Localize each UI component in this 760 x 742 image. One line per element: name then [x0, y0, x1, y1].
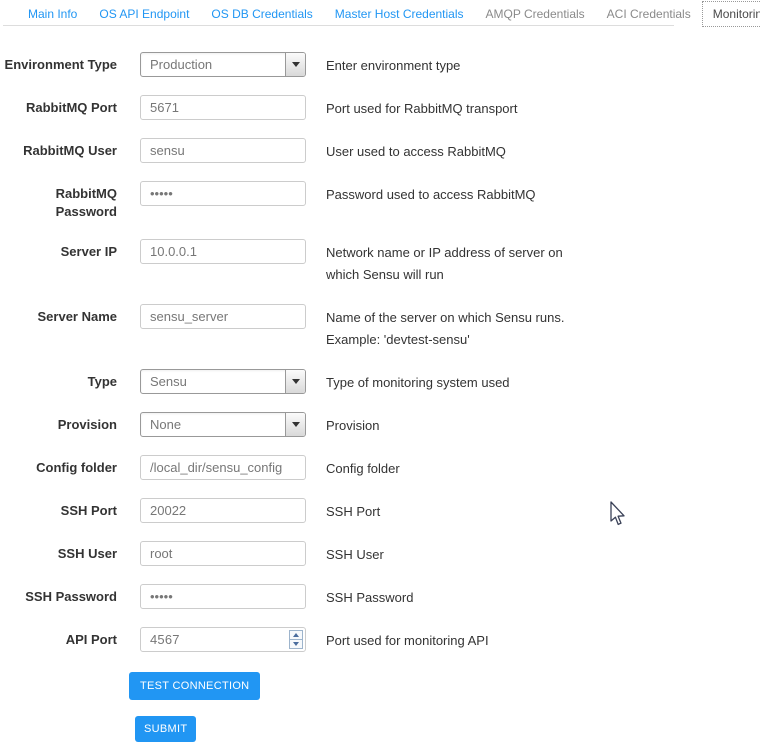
field-label: Provision: [0, 412, 117, 437]
form-row-api-port: API Port Port used for monitoring API: [0, 627, 760, 652]
field-help-text: SSH Port: [326, 498, 576, 523]
spinner-up-button[interactable]: [290, 631, 302, 640]
field-label: RabbitMQ User: [0, 138, 117, 163]
field-help-text: Network name or IP address of server on …: [326, 239, 576, 286]
chevron-down-icon: [292, 62, 300, 67]
form-row-rabbitmq-password: RabbitMQ Password Password used to acces…: [0, 181, 760, 221]
select-value: Sensu: [141, 370, 285, 393]
field-label: Environment Type: [0, 52, 117, 77]
tab-aci-credentials[interactable]: ACI Credentials: [596, 2, 702, 26]
form-row-ssh-user: SSH User SSH User: [0, 541, 760, 566]
config-folder-input[interactable]: [140, 455, 306, 480]
chevron-down-icon: [292, 422, 300, 427]
tab-master-host-credentials[interactable]: Master Host Credentials: [324, 2, 475, 26]
chevron-down-icon: [292, 379, 300, 384]
rabbitmq-port-input[interactable]: [140, 95, 306, 120]
select-value: Production: [141, 53, 285, 76]
test-connection-button[interactable]: TEST CONNECTION: [129, 672, 260, 700]
field-help-text: User used to access RabbitMQ: [326, 138, 576, 163]
field-label: API Port: [0, 627, 117, 652]
tab-amqp-credentials[interactable]: AMQP Credentials: [475, 2, 596, 26]
ssh-user-input[interactable]: [140, 541, 306, 566]
field-help-text: Provision: [326, 412, 576, 437]
tab-os-db-credentials[interactable]: OS DB Credentials: [200, 2, 323, 26]
field-label: Config folder: [0, 455, 117, 480]
field-label: SSH User: [0, 541, 117, 566]
provision-select[interactable]: None: [140, 412, 306, 437]
field-help-text: Password used to access RabbitMQ: [326, 181, 576, 221]
field-label: SSH Password: [0, 584, 117, 609]
field-label: Type: [0, 369, 117, 394]
ssh-port-input[interactable]: [140, 498, 306, 523]
environment-type-select[interactable]: Production: [140, 52, 306, 77]
field-label: Server IP: [0, 239, 117, 286]
field-label: RabbitMQ Password: [0, 181, 117, 221]
type-select[interactable]: Sensu: [140, 369, 306, 394]
select-button[interactable]: [285, 413, 305, 436]
spinner-down-button[interactable]: [290, 640, 302, 648]
server-ip-input[interactable]: [140, 239, 306, 264]
field-help-text: SSH User: [326, 541, 576, 566]
field-label: RabbitMQ Port: [0, 95, 117, 120]
server-name-input[interactable]: [140, 304, 306, 329]
select-button[interactable]: [285, 370, 305, 393]
select-button[interactable]: [285, 53, 305, 76]
submit-button[interactable]: SUBMIT: [135, 716, 196, 742]
form-row-ssh-password: SSH Password SSH Password: [0, 584, 760, 609]
tab-bar: Main InfoOS API EndpointOS DB Credential…: [0, 0, 760, 28]
form-row-server-name: Server Name Name of the server on which …: [0, 304, 760, 351]
form-row-environment-type: Environment Type Production Enter enviro…: [0, 52, 760, 77]
tab-os-api-endpoint[interactable]: OS API Endpoint: [88, 2, 200, 26]
form-row-rabbitmq-user: RabbitMQ User User used to access Rabbit…: [0, 138, 760, 163]
field-help-text: Name of the server on which Sensu runs. …: [326, 304, 576, 351]
spinner-down-icon: [293, 642, 299, 646]
form-row-config-folder: Config folder Config folder: [0, 455, 760, 480]
field-label: SSH Port: [0, 498, 117, 523]
form-row-provision: Provision None Provision: [0, 412, 760, 437]
field-label: Server Name: [0, 304, 117, 351]
tab-monitoring[interactable]: Monitoring: [702, 1, 760, 27]
spinner-up-icon: [293, 633, 299, 637]
form-row-ssh-port: SSH Port SSH Port: [0, 498, 760, 523]
monitoring-form: Environment Type Production Enter enviro…: [0, 28, 760, 742]
ssh-password-input[interactable]: [140, 584, 306, 609]
number-spinner: [289, 630, 303, 649]
field-help-text: Port used for RabbitMQ transport: [326, 95, 576, 120]
form-rows: Environment Type Production Enter enviro…: [0, 52, 760, 652]
form-row-rabbitmq-port: RabbitMQ Port Port used for RabbitMQ tra…: [0, 95, 760, 120]
number-control: [140, 631, 306, 648]
rabbitmq-user-input[interactable]: [140, 138, 306, 163]
tab-main-info[interactable]: Main Info: [17, 2, 88, 26]
field-help-text: Config folder: [326, 455, 576, 480]
form-row-type: Type Sensu Type of monitoring system use…: [0, 369, 760, 394]
form-row-server-ip: Server IP Network name or IP address of …: [0, 239, 760, 286]
field-help-text: Enter environment type: [326, 52, 576, 77]
rabbitmq-password-input[interactable]: [140, 181, 306, 206]
select-value: None: [141, 413, 285, 436]
field-help-text: Port used for monitoring API: [326, 627, 576, 652]
field-help-text: Type of monitoring system used: [326, 369, 576, 394]
api-port-input[interactable]: [140, 627, 306, 652]
field-help-text: SSH Password: [326, 584, 576, 609]
